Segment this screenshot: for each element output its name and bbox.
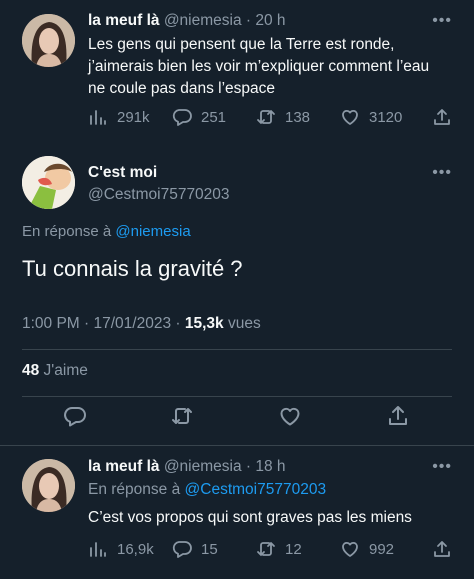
avatar-cestmoi[interactable] [22,156,75,209]
tweet-niemesia-original[interactable]: la meuf là @niemesia · 20 h ••• Les gens… [0,0,474,140]
reply-bubble-icon [172,109,192,126]
reply-context-label: En réponse à [22,223,116,240]
avatar-niemesia[interactable] [22,14,75,67]
tweet-text: Tu connais la gravité ? [22,256,243,281]
views-chart-icon [90,110,106,125]
more-options-icon[interactable]: ••• [432,164,452,182]
retweet-icon [257,110,275,124]
reply-to-link[interactable]: @niemesia [115,223,190,240]
likes-label: J'aime [39,362,88,379]
retweet-icon [172,408,192,424]
tweet-niemesia-reply[interactable]: la meuf là @niemesia · 18 h ••• En répon… [0,446,474,579]
separator: · [241,12,256,29]
views-count: 16,9k [117,540,154,558]
handle[interactable]: @niemesia [164,12,242,29]
action-bar: 291k 251 138 3120 [88,106,454,128]
retweet-count: 12 [285,540,302,558]
like-count: 3120 [369,108,403,126]
tweet-text-line: ne coule pas dans l’espace [88,80,275,97]
avatar-illustration-icon [22,156,75,209]
divider [22,396,452,397]
reply-button[interactable]: 15 [172,538,218,560]
heart-icon [280,407,300,426]
avatar-photo-icon [22,14,75,67]
views-chart-icon [90,542,106,557]
retweet-count: 138 [285,108,311,126]
reply-button[interactable] [63,404,87,433]
retweet-button[interactable]: 12 [256,538,302,560]
display-name[interactable]: la meuf là [88,458,160,475]
views-button[interactable]: 291k [88,106,150,128]
retweet-icon [257,542,275,556]
display-name[interactable]: C'est moi [88,164,157,181]
views-count: 15,3k [184,315,224,332]
tweet-text: Les gens qui pensent que la Terre est ro… [88,34,429,100]
share-icon [434,109,450,125]
share-icon [389,406,407,425]
like-count: 992 [369,540,395,558]
share-button[interactable] [432,538,461,560]
timestamp[interactable]: 20 h [255,12,285,29]
heart-icon [342,109,358,125]
separator: · [241,458,256,475]
heart-icon [342,541,358,557]
reply-bubble-icon [172,541,192,558]
reply-count: 251 [201,108,227,126]
tweet-text: C’est vos propos qui sont graves pas les… [88,509,412,526]
tweet-cestmoi-main: C'est moi @Cestmoi75770203 ••• En répons… [0,140,474,445]
share-icon [434,541,450,557]
tweet-text-line: j’aimerais bien les voir m’expliquer com… [88,58,430,75]
share-button[interactable] [386,404,410,433]
reply-context-label: En réponse à [88,481,185,498]
handle[interactable]: @niemesia [164,458,242,475]
views-label: vues [223,315,261,332]
views-button[interactable]: 16,9k [88,538,154,560]
reply-count: 15 [201,540,218,558]
retweet-button[interactable]: 138 [256,106,310,128]
likes-summary[interactable]: 48 J'aime [22,362,88,380]
reply-to-link[interactable]: @Cestmoi75770203 [185,481,327,498]
like-button[interactable]: 3120 [340,106,402,128]
avatar-photo-icon [22,459,75,512]
timestamp[interactable]: 18 h [255,458,285,475]
more-options-icon[interactable]: ••• [432,458,452,476]
handle[interactable]: @Cestmoi75770203 [88,186,230,203]
tweet-text-line: Les gens qui pensent que la Terre est ro… [88,36,395,53]
retweet-button[interactable] [170,404,194,433]
action-bar: 16,9k 15 12 992 [88,538,454,560]
views-count: 291k [117,108,150,126]
reply-button[interactable]: 251 [172,106,226,128]
like-button[interactable]: 992 [340,538,394,560]
display-name[interactable]: la meuf là [88,12,160,29]
divider [22,349,452,350]
avatar-niemesia[interactable] [22,459,75,512]
more-options-icon[interactable]: ••• [432,12,452,30]
reply-bubble-icon [64,407,86,427]
like-button[interactable] [278,404,302,433]
tweet-timestamp[interactable]: 1:00 PM · 17/01/2023 · [22,315,185,332]
likes-count: 48 [22,362,40,379]
share-button[interactable] [432,106,461,128]
